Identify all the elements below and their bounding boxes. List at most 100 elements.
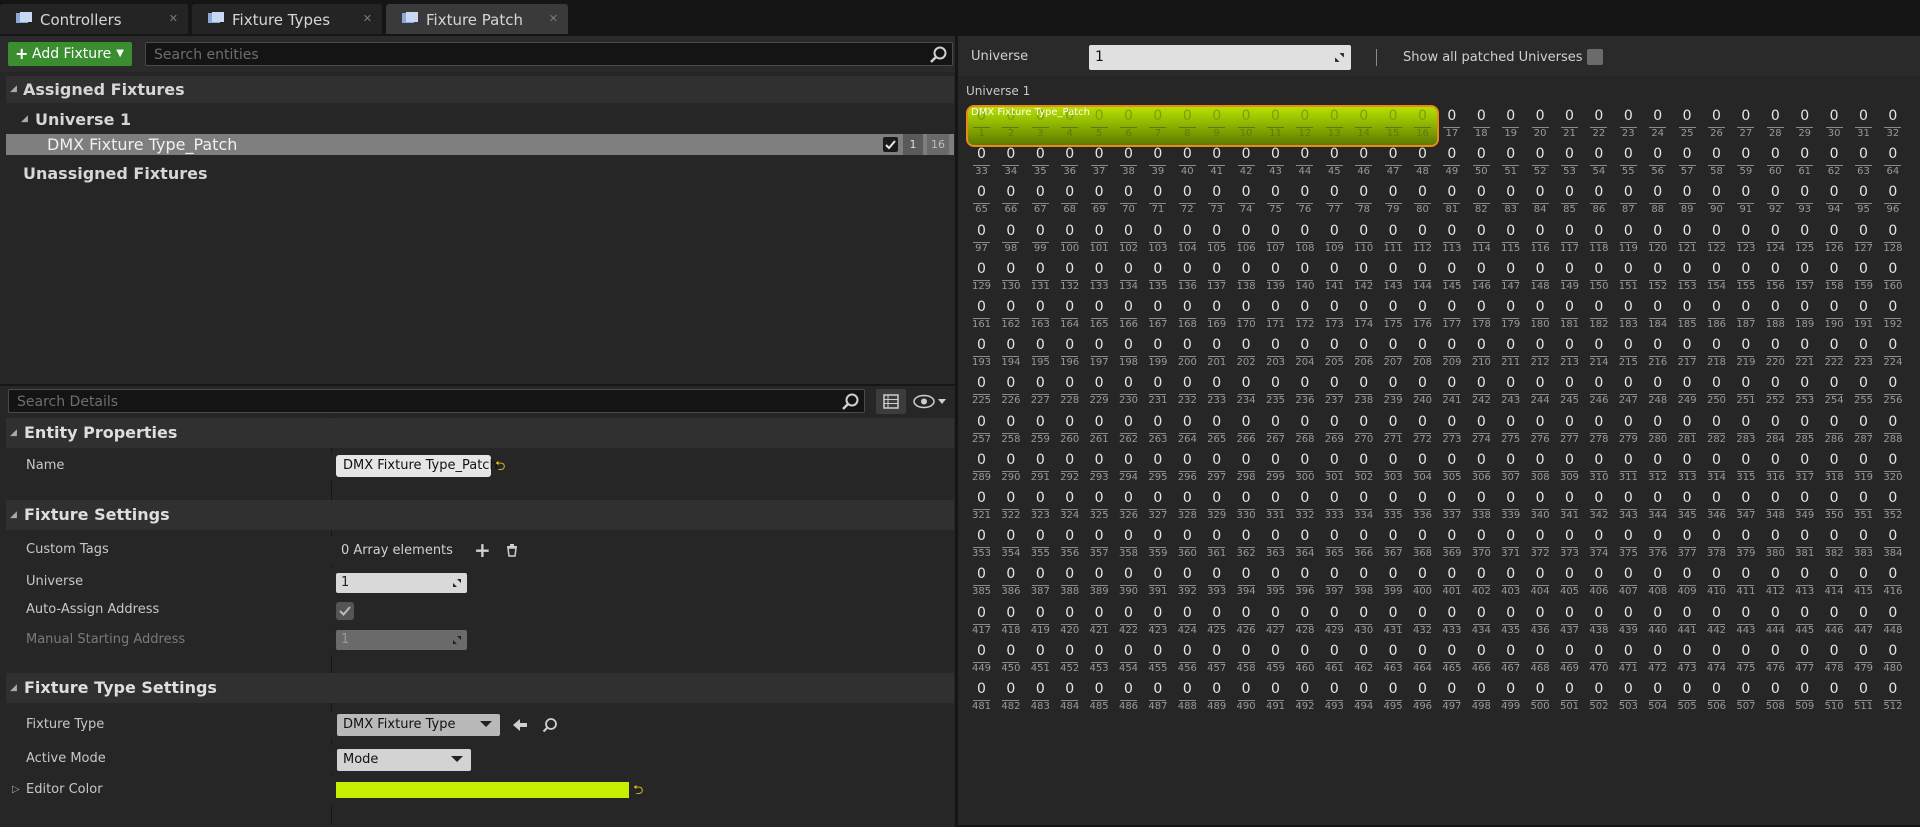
dmx-channel-cell[interactable]: 0 137 [1202,259,1231,297]
dmx-channel-cell[interactable]: 0 122 [1702,221,1731,259]
dmx-channel-cell[interactable]: 09 [1202,106,1231,144]
dmx-channel-cell[interactable]: 0 422 [1114,603,1143,641]
auto-assign-checkbox[interactable] [336,602,354,620]
dmx-channel-cell[interactable]: 0 427 [1261,603,1290,641]
dmx-channel-cell[interactable]: 0 156 [1761,259,1790,297]
dmx-channel-cell[interactable]: 0 413 [1790,564,1819,602]
dmx-channel-cell[interactable]: 0 262 [1114,412,1143,450]
dmx-channel-cell[interactable]: 0 299 [1261,450,1290,488]
dmx-channel-cell[interactable]: 0 27 [1731,106,1760,144]
dmx-channel-cell[interactable]: 0 188 [1761,297,1790,335]
dmx-channel-cell[interactable]: 0 229 [1085,373,1114,411]
dmx-channel-cell[interactable]: 0 139 [1261,259,1290,297]
dmx-channel-cell[interactable]: 0 322 [996,488,1025,526]
collapse-triangle-icon[interactable]: ◢ [10,683,17,693]
dmx-channel-cell[interactable]: 0 354 [996,526,1025,564]
dmx-channel-cell[interactable]: 0 223 [1849,335,1878,373]
dmx-channel-cell[interactable]: 0 284 [1761,412,1790,450]
dmx-channel-cell[interactable]: 0 189 [1790,297,1819,335]
dmx-channel-cell[interactable]: 0 77 [1320,182,1349,220]
dmx-channel-cell[interactable]: 0 24 [1643,106,1672,144]
dmx-channel-cell[interactable]: 0 78 [1349,182,1378,220]
dmx-channel-cell[interactable]: 0 293 [1085,450,1114,488]
dmx-channel-cell[interactable]: 0 459 [1261,641,1290,679]
dmx-channel-cell[interactable]: 0 374 [1584,526,1613,564]
dmx-channel-cell[interactable]: 0 505 [1673,679,1702,717]
dmx-channel-cell[interactable]: 0 294 [1114,450,1143,488]
dmx-channel-cell[interactable]: 0 48 [1408,144,1437,182]
dmx-channel-cell[interactable]: 0 431 [1379,603,1408,641]
dmx-channel-cell[interactable]: 0 287 [1849,412,1878,450]
dmx-channel-cell[interactable]: 0 264 [1173,412,1202,450]
dmx-channel-cell[interactable]: 0 140 [1290,259,1319,297]
dmx-channel-cell[interactable]: 0 271 [1379,412,1408,450]
dmx-channel-cell[interactable]: 0 451 [1026,641,1055,679]
dmx-channel-cell[interactable]: 0 130 [996,259,1025,297]
search-icon[interactable] [930,46,948,64]
dmx-channel-cell[interactable]: 0 238 [1349,373,1378,411]
dmx-channel-cell[interactable]: 0 362 [1232,526,1261,564]
dmx-channel-cell[interactable]: 0 200 [1173,335,1202,373]
dmx-channel-cell[interactable]: 0 103 [1143,221,1172,259]
dmx-channel-cell[interactable]: 0 445 [1790,603,1819,641]
dmx-channel-cell[interactable]: 0 339 [1496,488,1525,526]
dmx-channel-cell[interactable]: 0 369 [1437,526,1466,564]
dmx-channel-cell[interactable]: 0 261 [1085,412,1114,450]
dmx-channel-cell[interactable]: 0 486 [1114,679,1143,717]
dmx-channel-cell[interactable]: 0 465 [1437,641,1466,679]
dmx-channel-cell[interactable]: 0 350 [1820,488,1849,526]
reset-to-default-icon[interactable]: ⮌ [633,781,643,803]
dmx-channel-cell[interactable]: 0 430 [1349,603,1378,641]
dmx-channel-cell[interactable]: 0 406 [1584,564,1613,602]
dmx-channel-cell[interactable]: 0 454 [1114,641,1143,679]
dmx-channel-cell[interactable]: 0 276 [1526,412,1555,450]
dmx-channel-cell[interactable]: 0 444 [1761,603,1790,641]
dmx-channel-cell[interactable]: 0 67 [1026,182,1055,220]
dmx-channel-cell[interactable]: 0 381 [1790,526,1819,564]
close-icon[interactable]: ✕ [363,12,372,25]
dmx-channel-cell[interactable]: 0 376 [1643,526,1672,564]
dmx-channel-cell[interactable]: 08 [1173,106,1202,144]
dmx-channel-cell[interactable]: 0 31 [1849,106,1878,144]
dmx-channel-cell[interactable]: 0 14 [1349,106,1378,144]
dmx-channel-cell[interactable]: 0 480 [1878,641,1907,679]
dmx-channel-cell[interactable]: 0 400 [1408,564,1437,602]
dmx-channel-cell[interactable]: 0 83 [1496,182,1525,220]
dmx-channel-cell[interactable]: 0 295 [1143,450,1172,488]
dmx-channel-cell[interactable]: 0 388 [1055,564,1084,602]
dmx-channel-cell[interactable]: 0 281 [1673,412,1702,450]
dmx-channel-cell[interactable]: 0 419 [1026,603,1055,641]
dmx-channel-cell[interactable]: 0 19 [1496,106,1525,144]
dmx-channel-cell[interactable]: 0 328 [1173,488,1202,526]
dmx-channel-cell[interactable]: 0 420 [1055,603,1084,641]
dmx-channel-cell[interactable]: 0 170 [1232,297,1261,335]
dmx-channel-cell[interactable]: 0 503 [1614,679,1643,717]
dmx-channel-cell[interactable]: 0 310 [1584,450,1613,488]
dmx-channel-cell[interactable]: 0 179 [1496,297,1525,335]
dmx-channel-cell[interactable]: 0 353 [967,526,996,564]
dmx-channel-cell[interactable]: 0 344 [1643,488,1672,526]
dmx-channel-cell[interactable]: 0 253 [1790,373,1819,411]
dmx-channel-cell[interactable]: 0 186 [1702,297,1731,335]
dmx-channel-cell[interactable]: 0 208 [1408,335,1437,373]
dmx-channel-cell[interactable]: 0 69 [1085,182,1114,220]
dmx-channel-cell[interactable]: 0 185 [1673,297,1702,335]
dmx-channel-cell[interactable]: 0 23 [1614,106,1643,144]
dmx-channel-cell[interactable]: 0 387 [1026,564,1055,602]
dmx-channel-cell[interactable]: 0 501 [1555,679,1584,717]
dmx-channel-cell[interactable]: 0 254 [1820,373,1849,411]
dmx-channel-cell[interactable]: 0 341 [1555,488,1584,526]
add-element-icon[interactable]: + [474,538,491,562]
dmx-channel-cell[interactable]: 0 363 [1261,526,1290,564]
dmx-channel-cell[interactable]: 0 507 [1731,679,1760,717]
dmx-channel-cell[interactable]: 0 138 [1232,259,1261,297]
dmx-channel-cell[interactable]: 0 150 [1584,259,1613,297]
collapse-triangle-icon[interactable]: ◢ [10,510,17,520]
unassigned-fixtures-group[interactable]: Unassigned Fixtures [6,160,954,186]
dmx-channel-cell[interactable]: 0 21 [1555,106,1584,144]
dmx-channel-cell[interactable]: 0 180 [1526,297,1555,335]
dmx-channel-cell[interactable]: 0 335 [1379,488,1408,526]
dmx-channel-cell[interactable]: 0 288 [1878,412,1907,450]
dmx-channel-cell[interactable]: 0 207 [1379,335,1408,373]
dmx-channel-cell[interactable]: 0 494 [1349,679,1378,717]
